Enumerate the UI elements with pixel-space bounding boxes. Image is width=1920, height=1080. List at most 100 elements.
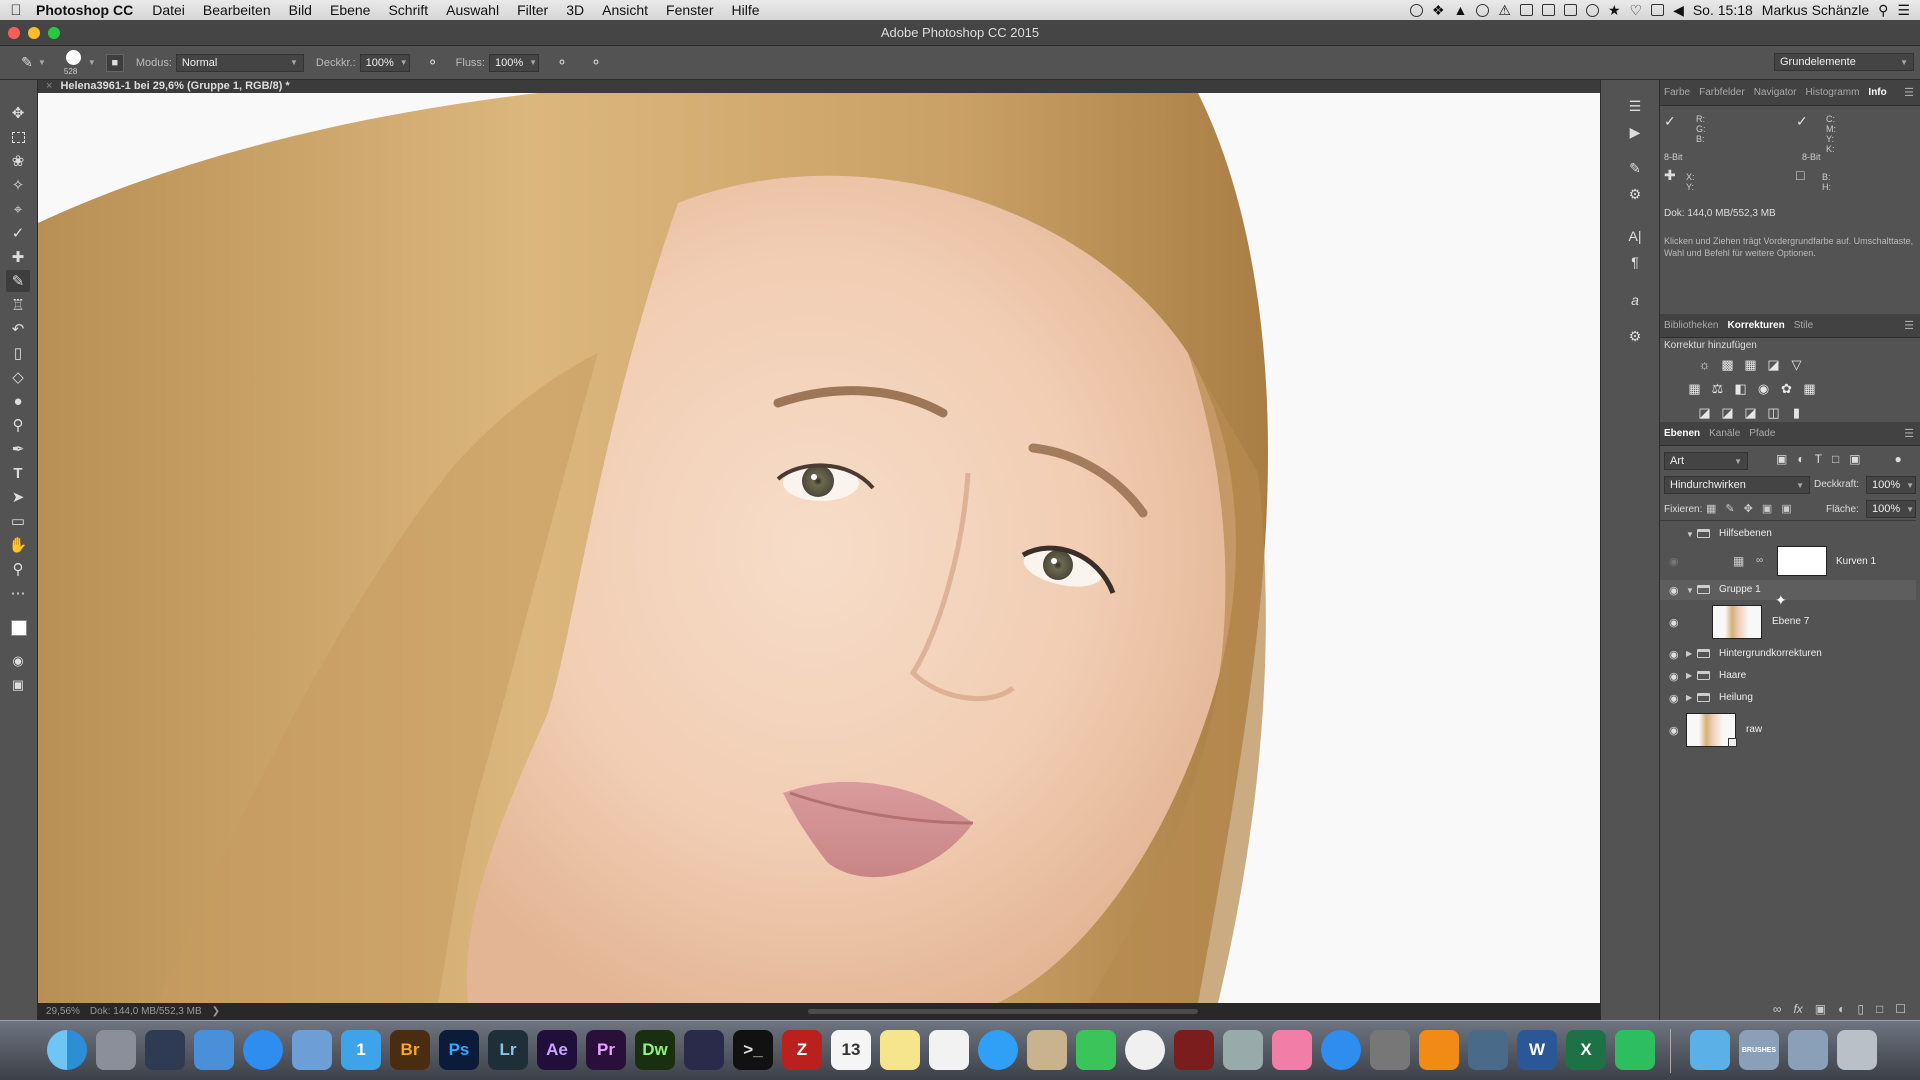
history-brush-tool[interactable]: ↶ [6,318,30,340]
bluetooth-icon[interactable]: ★ [1608,2,1621,19]
gradient-map-icon[interactable]: ▮ [1788,404,1805,421]
dock-word-icon[interactable]: W [1517,1030,1557,1070]
dock-trash-icon[interactable] [1837,1030,1877,1070]
dock-launchpad-icon[interactable] [96,1030,136,1070]
dock-1password-icon[interactable]: 1 [341,1030,381,1070]
pressure-size-icon[interactable]: ⚬ [585,52,607,74]
menu-hilfe[interactable]: Hilfe [723,2,769,18]
dodge-tool[interactable]: ⚲ [6,414,30,436]
path-select-tool[interactable]: ➤ [6,486,30,508]
tab-navigator[interactable]: Navigator [1754,87,1797,98]
panel-menu-icon[interactable]: ☰ [1904,427,1914,440]
dock-mission-control-icon[interactable] [145,1030,185,1070]
dock-brushes-folder-icon[interactable]: BRUSHES [1739,1030,1779,1070]
dock-photo-booth-icon[interactable] [1174,1030,1214,1070]
quick-mask-tool[interactable]: ◉ [6,650,30,672]
dock-calendar-icon[interactable]: 13 [831,1030,871,1070]
tab-pfade[interactable]: Pfade [1749,428,1775,439]
wifi-icon[interactable]: ♡ [1630,2,1643,19]
opacity-field[interactable]: 100% ▼ [359,53,410,72]
delete-layer-icon[interactable]: ☐ [1895,1002,1906,1016]
dock-imovie-icon[interactable] [684,1030,724,1070]
tab-bibliotheken[interactable]: Bibliotheken [1664,320,1718,331]
dock-safari-icon[interactable] [243,1030,283,1070]
marquee-tool[interactable] [6,126,30,148]
brush-panel-toggle-icon[interactable]: ■ [105,53,124,72]
tab-info[interactable]: Info [1868,87,1886,98]
tab-farbfelder[interactable]: Farbfelder [1699,87,1745,98]
rectangle-tool[interactable]: ▭ [6,510,30,532]
vibrance-icon[interactable]: ▽ [1788,356,1805,373]
photo-filter-icon[interactable]: ◉ [1755,380,1772,397]
black-white-icon[interactable]: ◧ [1732,380,1749,397]
collapse-chevron-icon[interactable]: ▶ [1686,649,1692,658]
layer-row-kurven-1[interactable]: ◉ ▦ ∞ Kurven 1 [1660,544,1916,578]
lock-artboard-icon[interactable]: ▣ [1762,502,1772,515]
brush-settings-icon[interactable]: ⚙ [1623,186,1647,206]
expand-chevron-icon[interactable]: ▼ [1686,530,1694,539]
visibility-eye-icon[interactable]: ◉ [1669,555,1679,568]
filter-toggle-icon[interactable]: ● [1895,452,1902,466]
eraser-tool[interactable]: ▯ [6,342,30,364]
user-name[interactable]: Markus Schänzle [1762,2,1869,18]
zoom-level[interactable]: 29,56% [46,1006,80,1017]
dock-notes-icon[interactable] [880,1030,920,1070]
curves-icon[interactable]: ▦ [1742,356,1759,373]
move-tool[interactable]: ✥ [6,102,30,124]
filter-smart-object-icon[interactable]: ▣ [1849,452,1860,466]
sync-icon[interactable] [1476,3,1490,17]
dock-finder-icon[interactable] [47,1030,87,1070]
quick-select-tool[interactable]: ✧ [6,174,30,196]
document-canvas[interactable] [38,93,1600,1003]
dock-evernote-icon[interactable] [1615,1030,1655,1070]
glyphs-panel-icon[interactable]: a [1623,292,1647,312]
selective-color-icon[interactable]: ◫ [1765,404,1782,421]
visibility-eye-icon[interactable]: ◉ [1669,692,1679,705]
new-layer-icon[interactable]: □ [1876,1002,1883,1016]
foreground-color-swatch[interactable] [11,620,27,636]
workspace-dropdown[interactable]: Grundelemente ▼ [1774,53,1914,71]
dock-excel-icon[interactable]: X [1566,1030,1606,1070]
brush-preset-icon[interactable]: ✎ [16,52,38,74]
posterize-icon[interactable]: ◪ [1719,404,1736,421]
exposure-icon[interactable]: ◪ [1765,356,1782,373]
brush-tool[interactable]: ✎ [6,270,30,292]
more-tools[interactable]: ⋯ [6,582,30,604]
dock-dreamweaver-icon[interactable]: Dw [635,1030,675,1070]
menu-bild[interactable]: Bild [280,2,321,18]
visibility-eye-icon[interactable]: ◉ [1669,584,1679,597]
lock-all-icon[interactable]: ▣ [1781,502,1791,515]
layer-row-gruppe-1[interactable]: ◉ ▼ Gruppe 1 ✦ [1660,580,1916,608]
layer-filter-dropdown[interactable]: Art ▼ [1664,452,1748,470]
panel-menu-icon[interactable]: ☰ [1904,86,1914,99]
apple-menu-icon[interactable]:  [0,2,32,19]
tab-stile[interactable]: Stile [1794,320,1813,331]
layer-mask-thumbnail[interactable] [1777,546,1827,576]
type-tool[interactable]: T [6,462,30,484]
lock-position-icon[interactable]: ✥ [1744,502,1753,515]
layer-style-icon[interactable]: fx [1793,1002,1802,1016]
crop-tool[interactable]: ⌖ [6,198,30,220]
character-panel-icon[interactable]: A| [1623,228,1647,248]
visibility-eye-icon[interactable]: ◉ [1669,670,1679,683]
history-panel-icon[interactable]: ☰ [1623,98,1647,118]
properties-panel-icon[interactable]: ⚙ [1623,328,1647,348]
new-group-icon[interactable]: ▯ [1857,1002,1864,1016]
dock-app-store-icon[interactable] [1321,1030,1361,1070]
dock-downloads-folder-icon[interactable] [1788,1030,1828,1070]
drive-icon[interactable]: ▲ [1454,2,1468,18]
dock-filezilla-icon[interactable]: Z [782,1030,822,1070]
dock-facetime-icon[interactable] [1076,1030,1116,1070]
dock-directory-utility-icon[interactable] [1223,1030,1263,1070]
layer-thumbnail[interactable] [1712,605,1762,639]
layer-row-haare[interactable]: ◉ ▶ Haare [1660,666,1916,686]
dock-reminders-icon[interactable] [929,1030,969,1070]
record-status-icon[interactable] [1409,3,1423,17]
tab-kanaele[interactable]: Kanäle [1709,428,1740,439]
dropbox-icon[interactable]: ❖ [1432,2,1445,19]
dock-bridge-icon[interactable]: Br [390,1030,430,1070]
hand-tool[interactable]: ✋ [6,534,30,556]
add-mask-icon[interactable]: ▣ [1815,1002,1826,1016]
collapse-chevron-icon[interactable]: ▶ [1686,671,1692,680]
blur-tool[interactable]: ● [6,390,30,412]
